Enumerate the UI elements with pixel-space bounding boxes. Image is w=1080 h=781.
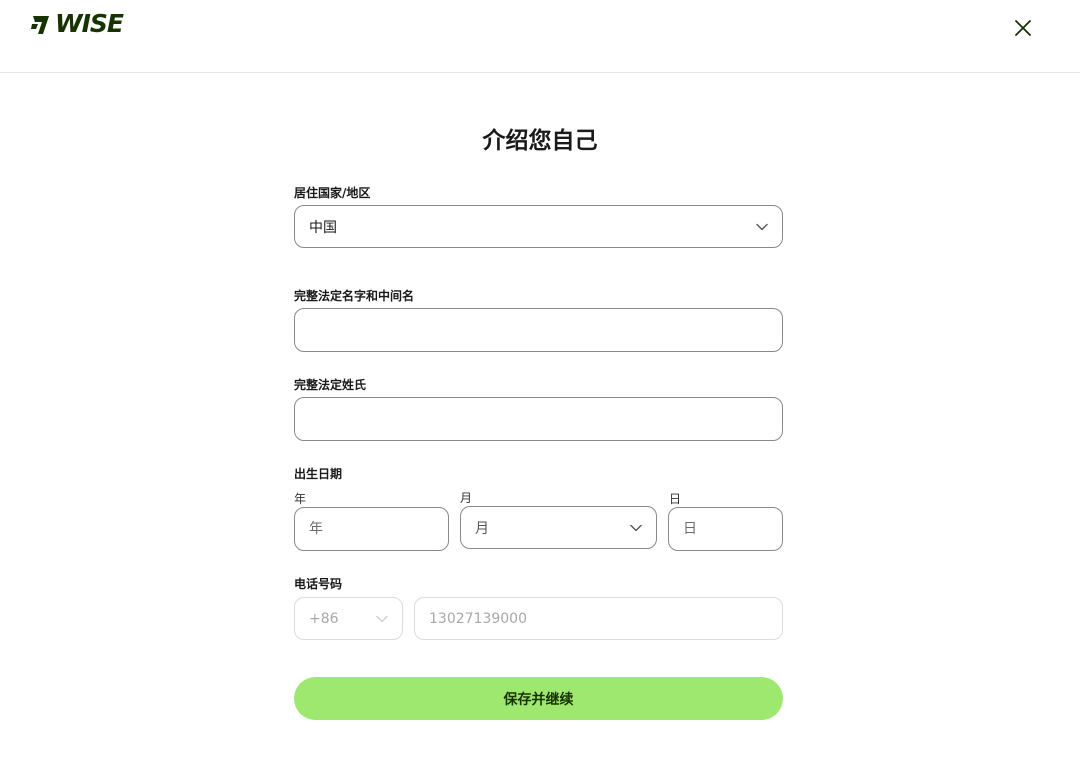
dob-year-label: 年 [294,492,307,506]
last-name-label: 完整法定姓氏 [294,378,367,392]
logo-text: WISE [55,9,124,38]
page-title: 介绍您自己 [482,128,598,154]
phone-label: 电话号码 [294,577,343,591]
country-select[interactable]: 中国 [294,205,783,248]
close-icon [1015,20,1031,36]
country-label: 居住国家/地区 [294,186,371,200]
dob-month-label: 月 [460,491,473,505]
first-name-input[interactable] [309,309,768,351]
last-name-input[interactable] [309,398,768,440]
dob-year-field[interactable] [294,507,449,551]
wise-flag-icon [31,16,49,34]
phone-country-code-value: +86 [309,610,339,627]
dob-month-select[interactable]: 月 [460,506,657,549]
close-button[interactable] [1008,13,1038,43]
phone-number-field[interactable] [414,597,783,640]
chevron-down-icon [756,223,768,230]
dob-label: 出生日期 [294,467,343,481]
phone-country-code-select[interactable]: +86 [294,597,403,640]
top-bar: WISE [0,0,1080,73]
chevron-down-icon [630,524,642,531]
dob-day-field[interactable] [668,507,783,551]
first-name-label: 完整法定名字和中间名 [294,289,415,303]
dob-month-placeholder: 月 [475,520,489,537]
save-and-continue-button[interactable]: 保存并继续 [294,677,783,720]
dob-day-label: 日 [669,492,682,506]
wise-logo[interactable]: WISE [31,9,124,38]
last-name-field[interactable] [294,397,783,441]
dob-day-input[interactable] [683,508,768,550]
first-name-field[interactable] [294,308,783,352]
phone-number-input[interactable] [429,598,768,639]
chevron-down-icon [376,615,388,622]
dob-year-input[interactable] [309,508,434,550]
country-value: 中国 [309,219,337,236]
